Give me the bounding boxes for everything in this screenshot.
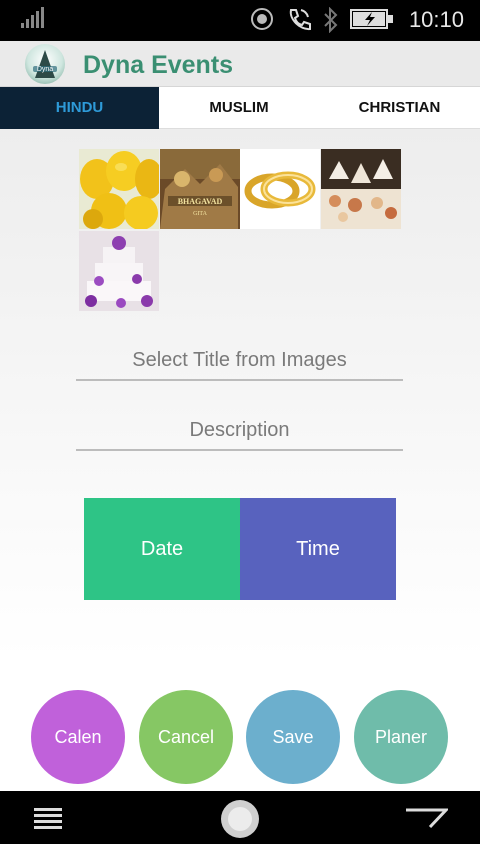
gold-bangles-image[interactable] (240, 149, 320, 229)
tab-christian[interactable]: CHRISTIAN (319, 87, 480, 129)
wifi-calling-icon (289, 9, 311, 31)
record-icon (251, 8, 273, 30)
wedding-cake-image[interactable] (79, 231, 159, 311)
save-button[interactable]: Save (246, 690, 340, 784)
category-tabs: HINDU MUSLIM CHRISTIAN (0, 87, 480, 129)
tab-hindu[interactable]: HINDU (0, 87, 159, 129)
svg-text:BHAGAVAD: BHAGAVAD (178, 197, 223, 206)
buffet-table-image[interactable] (321, 149, 401, 229)
svg-text:Dyna: Dyna (37, 66, 53, 73)
menu-icon[interactable] (34, 807, 62, 829)
signal-icon (21, 7, 44, 28)
clock: 10:10 (408, 7, 464, 32)
cancel-button[interactable]: Cancel (139, 690, 233, 784)
date-button[interactable]: Date (84, 498, 240, 600)
home-icon[interactable] (220, 799, 260, 839)
navigation-bar (0, 791, 480, 844)
time-button[interactable]: Time (240, 498, 396, 600)
event-form: BHAGAVAD GITA Select Title from Images D… (0, 129, 480, 791)
back-icon[interactable] (404, 807, 448, 829)
title-field[interactable]: Select Title from Images (76, 343, 403, 381)
planner-button[interactable]: Planer (354, 690, 448, 784)
battery-charging-icon (350, 9, 393, 29)
status-bar: 10:10 (0, 0, 480, 41)
app-title: Dyna Events (83, 51, 234, 79)
app-bar: Dyna Dyna Events (0, 41, 480, 87)
bluetooth-icon (324, 7, 338, 33)
description-field[interactable]: Description (76, 413, 403, 451)
calendar-button[interactable]: Calen (31, 690, 125, 784)
tab-muslim[interactable]: MUSLIM (159, 87, 319, 129)
lemons-image[interactable] (79, 149, 159, 229)
app-logo: Dyna (25, 44, 65, 84)
svg-text:GITA: GITA (193, 211, 208, 217)
bhagavad-gita-image[interactable]: BHAGAVAD GITA (160, 149, 240, 229)
